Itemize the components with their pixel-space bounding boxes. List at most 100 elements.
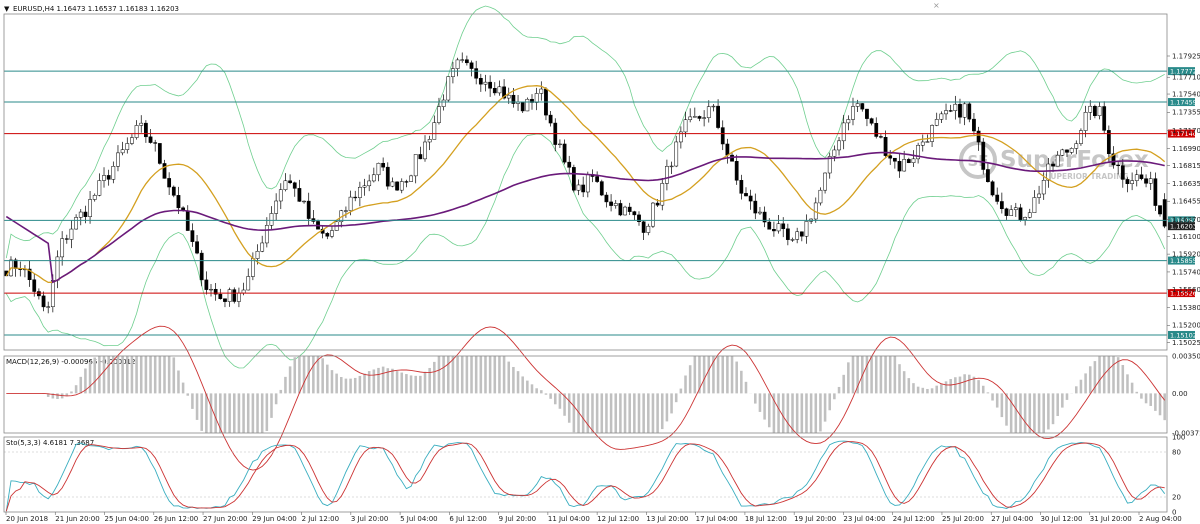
candle-body bbox=[376, 162, 381, 176]
candle-body bbox=[818, 189, 823, 204]
candle-body bbox=[148, 136, 153, 143]
x-tick-label: 31 Jul 20:00 bbox=[1090, 515, 1132, 523]
x-tick-label: 27 Jun 20:00 bbox=[203, 515, 247, 523]
stochastic-y-tick-label: 0 bbox=[1172, 508, 1176, 516]
candle-body bbox=[144, 122, 148, 138]
candle-body bbox=[1153, 178, 1158, 206]
candle-body bbox=[767, 221, 772, 230]
candle-body bbox=[706, 106, 711, 118]
candle-body bbox=[297, 188, 302, 202]
candle-body bbox=[78, 211, 83, 218]
close-icon[interactable]: × bbox=[933, 1, 940, 10]
candle-body bbox=[1013, 207, 1018, 210]
price-y-tick-label: 1.17170 bbox=[1172, 127, 1200, 135]
candle-body bbox=[939, 113, 944, 120]
candle-body bbox=[292, 182, 297, 189]
x-tick-label: 25 Jul 20:00 bbox=[942, 515, 984, 523]
price-y-tick-label: 1.17710 bbox=[1172, 74, 1200, 82]
candle-body bbox=[548, 114, 553, 124]
candle-body bbox=[772, 229, 776, 232]
candle-body bbox=[162, 163, 167, 179]
candle-body bbox=[506, 94, 511, 99]
candle-body bbox=[367, 180, 372, 187]
trading-chart[interactable]: SF SuperForex SUPERIOR TRADING 1.177721.… bbox=[0, 0, 1200, 524]
candle-body bbox=[711, 105, 716, 108]
candle-body bbox=[451, 68, 455, 77]
candle-body bbox=[832, 149, 837, 157]
candle-body bbox=[609, 201, 613, 206]
candle-body bbox=[478, 78, 483, 85]
candle-body bbox=[1023, 217, 1027, 221]
candle-body bbox=[1004, 208, 1009, 216]
candle-body bbox=[167, 178, 172, 188]
candle-body bbox=[948, 110, 953, 112]
candle-body bbox=[13, 259, 18, 269]
candle-body bbox=[781, 223, 786, 230]
candle-body bbox=[934, 119, 939, 126]
candle-body bbox=[837, 140, 841, 151]
candle-body bbox=[851, 106, 855, 120]
price-y-tick-label: 1.16635 bbox=[1172, 180, 1200, 188]
candle-body bbox=[1130, 180, 1134, 184]
price-y-tick-label: 1.16455 bbox=[1172, 198, 1200, 206]
candle-body bbox=[437, 106, 441, 123]
candle-body bbox=[641, 221, 646, 233]
candle-body bbox=[669, 165, 674, 168]
candle-body bbox=[990, 181, 995, 196]
candle-body bbox=[418, 154, 423, 160]
candle-body bbox=[37, 291, 41, 297]
candle-body bbox=[576, 184, 581, 191]
candle-body bbox=[223, 298, 227, 302]
price-y-tick-label: 1.17925 bbox=[1172, 52, 1200, 60]
x-tick-label: 2 Jul 12:00 bbox=[302, 515, 340, 523]
candle-body bbox=[623, 206, 627, 216]
candle-body bbox=[902, 159, 907, 172]
candle-body bbox=[795, 231, 800, 240]
candle-body bbox=[865, 108, 869, 119]
candle-body bbox=[106, 175, 111, 180]
stochastic-y-tick-label: 100 bbox=[1172, 433, 1185, 441]
candle-body bbox=[427, 139, 432, 143]
candle-body bbox=[441, 99, 446, 107]
candle-body bbox=[41, 295, 46, 308]
candle-body bbox=[972, 118, 976, 132]
candle-body bbox=[823, 172, 827, 191]
candle-body bbox=[469, 62, 474, 69]
candle-body bbox=[344, 210, 348, 212]
price-y-tick-label: 1.15560 bbox=[1172, 286, 1200, 294]
price-y-tick-label: 1.16100 bbox=[1172, 233, 1200, 241]
candle-body bbox=[153, 142, 158, 144]
candle-body bbox=[474, 68, 479, 79]
window-menu-icon[interactable]: ▼ bbox=[4, 5, 10, 13]
candle-body bbox=[278, 189, 283, 202]
candle-body bbox=[646, 225, 651, 233]
candle-body bbox=[330, 230, 334, 237]
candle-body bbox=[702, 117, 707, 119]
candle-body bbox=[567, 161, 572, 168]
candle-body bbox=[841, 122, 846, 142]
price-y-tick-label: 1.17355 bbox=[1172, 109, 1200, 117]
candle-body bbox=[306, 200, 311, 219]
price-y-tick-label: 1.15740 bbox=[1172, 268, 1200, 276]
candle-body bbox=[269, 213, 274, 226]
candle-body bbox=[204, 279, 209, 290]
x-tick-label: 3 Jul 20:00 bbox=[351, 515, 389, 523]
candle-body bbox=[348, 196, 353, 211]
x-tick-label: 30 Jul 12:00 bbox=[1040, 515, 1082, 523]
candle-body bbox=[1144, 178, 1148, 184]
x-tick-label: 18 Jul 12:00 bbox=[745, 515, 787, 523]
x-tick-label: 6 Jul 12:00 bbox=[449, 515, 487, 523]
candle-body bbox=[492, 88, 497, 94]
price-y-tick-label: 1.15380 bbox=[1172, 304, 1200, 312]
candle-body bbox=[134, 125, 139, 138]
candle-body bbox=[1158, 205, 1162, 215]
candle-body bbox=[1027, 212, 1032, 218]
candle-body bbox=[325, 233, 330, 237]
candle-body bbox=[748, 195, 753, 202]
candle-body bbox=[423, 141, 427, 160]
candle-body bbox=[1097, 106, 1102, 117]
candle-body bbox=[995, 194, 1000, 202]
candle-body bbox=[799, 231, 804, 237]
candle-body bbox=[74, 217, 78, 230]
candle-body bbox=[357, 186, 362, 198]
